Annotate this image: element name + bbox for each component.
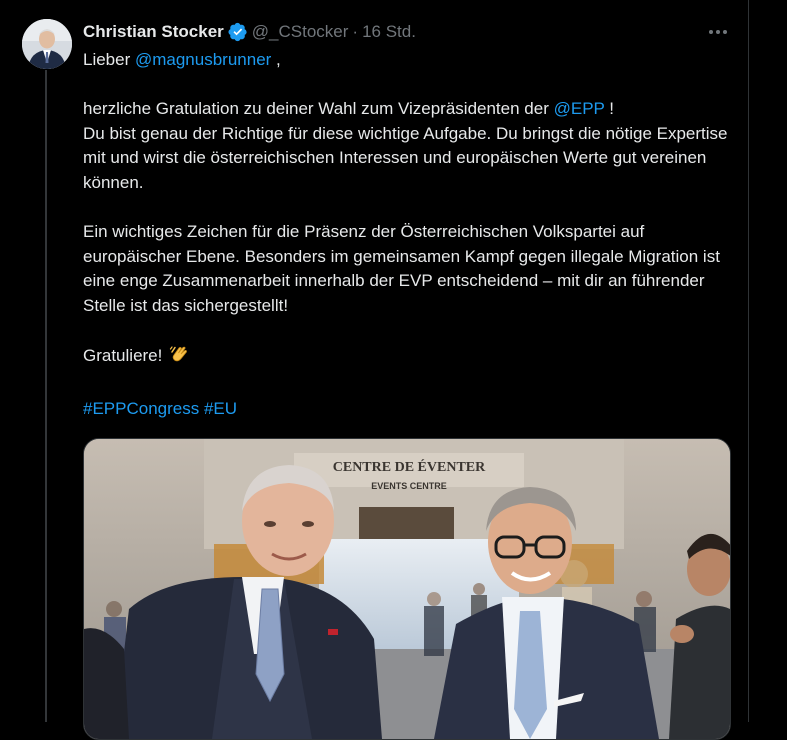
greeting-text: Lieber [83,50,135,69]
paragraph-2: Ein wichtiges Zeichen für die Präsenz de… [83,222,720,315]
column-divider [748,0,749,722]
verified-badge-icon[interactable] [228,22,248,42]
clapping-hands-emoji [169,343,191,373]
tweet-photo[interactable]: CENTRE DE ÉVENTER EVENTS CENTRE [83,438,731,740]
paragraph-3: Gratuliere! [83,343,743,373]
author-handle[interactable]: @_CStocker [252,22,349,42]
hashtags: #EPPCongress #EU [83,397,743,422]
thread-line [45,70,47,722]
greeting-suffix: , [271,50,281,69]
tweet-text: Lieber @magnusbrunner , herzliche Gratul… [83,48,743,422]
tweet-header: Christian Stocker @_CStocker · 16 Std. [83,20,416,44]
avatar[interactable] [22,19,72,69]
paragraph-3-text: Gratuliere! [83,346,163,366]
paragraph-1-rest: Du bist genau der Richtige für diese wic… [83,123,728,192]
paragraph-1-suffix: ! [604,99,615,119]
hashtag-eu[interactable]: #EU [204,399,237,418]
header-separator: · [352,22,359,41]
more-options-icon[interactable] [706,22,730,42]
venue-sign-line2: EVENTS CENTRE [371,481,447,491]
greeting-line: Lieber @magnusbrunner , [83,48,743,73]
mention-epp[interactable]: @EPP [554,99,605,118]
hashtag-eppcongress[interactable]: #EPPCongress [83,399,199,418]
author-name[interactable]: Christian Stocker [83,22,224,42]
paragraph-1-text: herzliche Gratulation zu deiner Wahl zum… [83,99,554,119]
paragraph-1: herzliche Gratulation zu deiner Wahl zum… [83,97,743,195]
venue-sign-line1: CENTRE DE ÉVENTER [333,458,486,475]
tweet-timestamp[interactable]: 16 Std. [362,22,416,42]
mention-magnusbrunner[interactable]: @magnusbrunner [135,50,271,69]
